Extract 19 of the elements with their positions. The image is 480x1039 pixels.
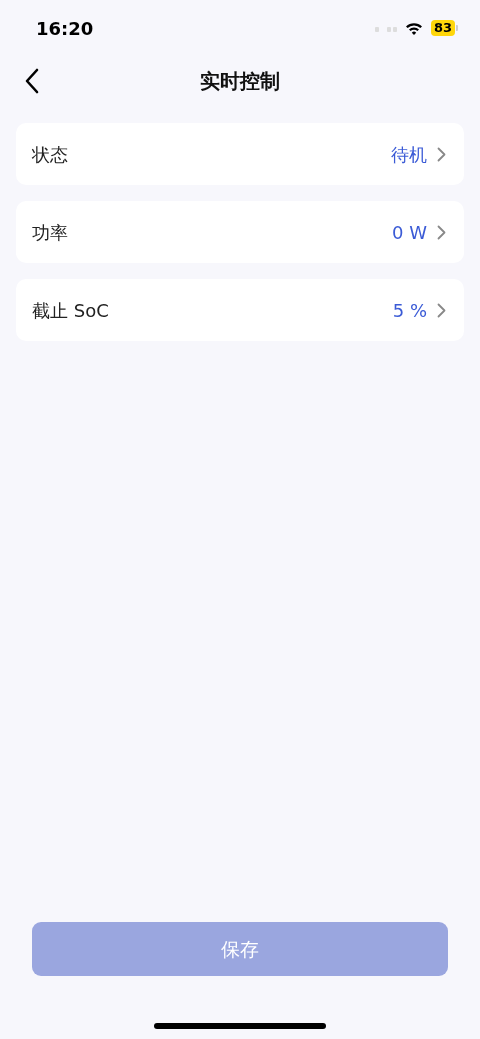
chevron-icon (437, 146, 446, 162)
settings-row[interactable]: 功率 0 W (16, 201, 464, 263)
row-label: 截止 SoC (32, 298, 109, 323)
wifi-icon (404, 21, 423, 35)
row-label: 功率 (32, 220, 68, 245)
settings-row[interactable]: 状态 待机 (16, 123, 464, 185)
row-value: 待机 (391, 142, 427, 167)
row-value: 5 % (392, 298, 427, 323)
row-value: 0 W (392, 220, 427, 245)
chevron-icon (437, 302, 446, 318)
back-button[interactable] (24, 68, 40, 94)
signal-icon (374, 24, 397, 32)
page-title: 实时控制 (200, 68, 280, 95)
battery-indicator: 83 (430, 20, 458, 36)
chevron-icon (437, 224, 446, 240)
settings-row[interactable]: 截止 SoC 5 % (16, 279, 464, 341)
row-label: 状态 (32, 142, 68, 167)
back-icon (24, 68, 40, 94)
status-time: 16:20 (36, 16, 94, 41)
